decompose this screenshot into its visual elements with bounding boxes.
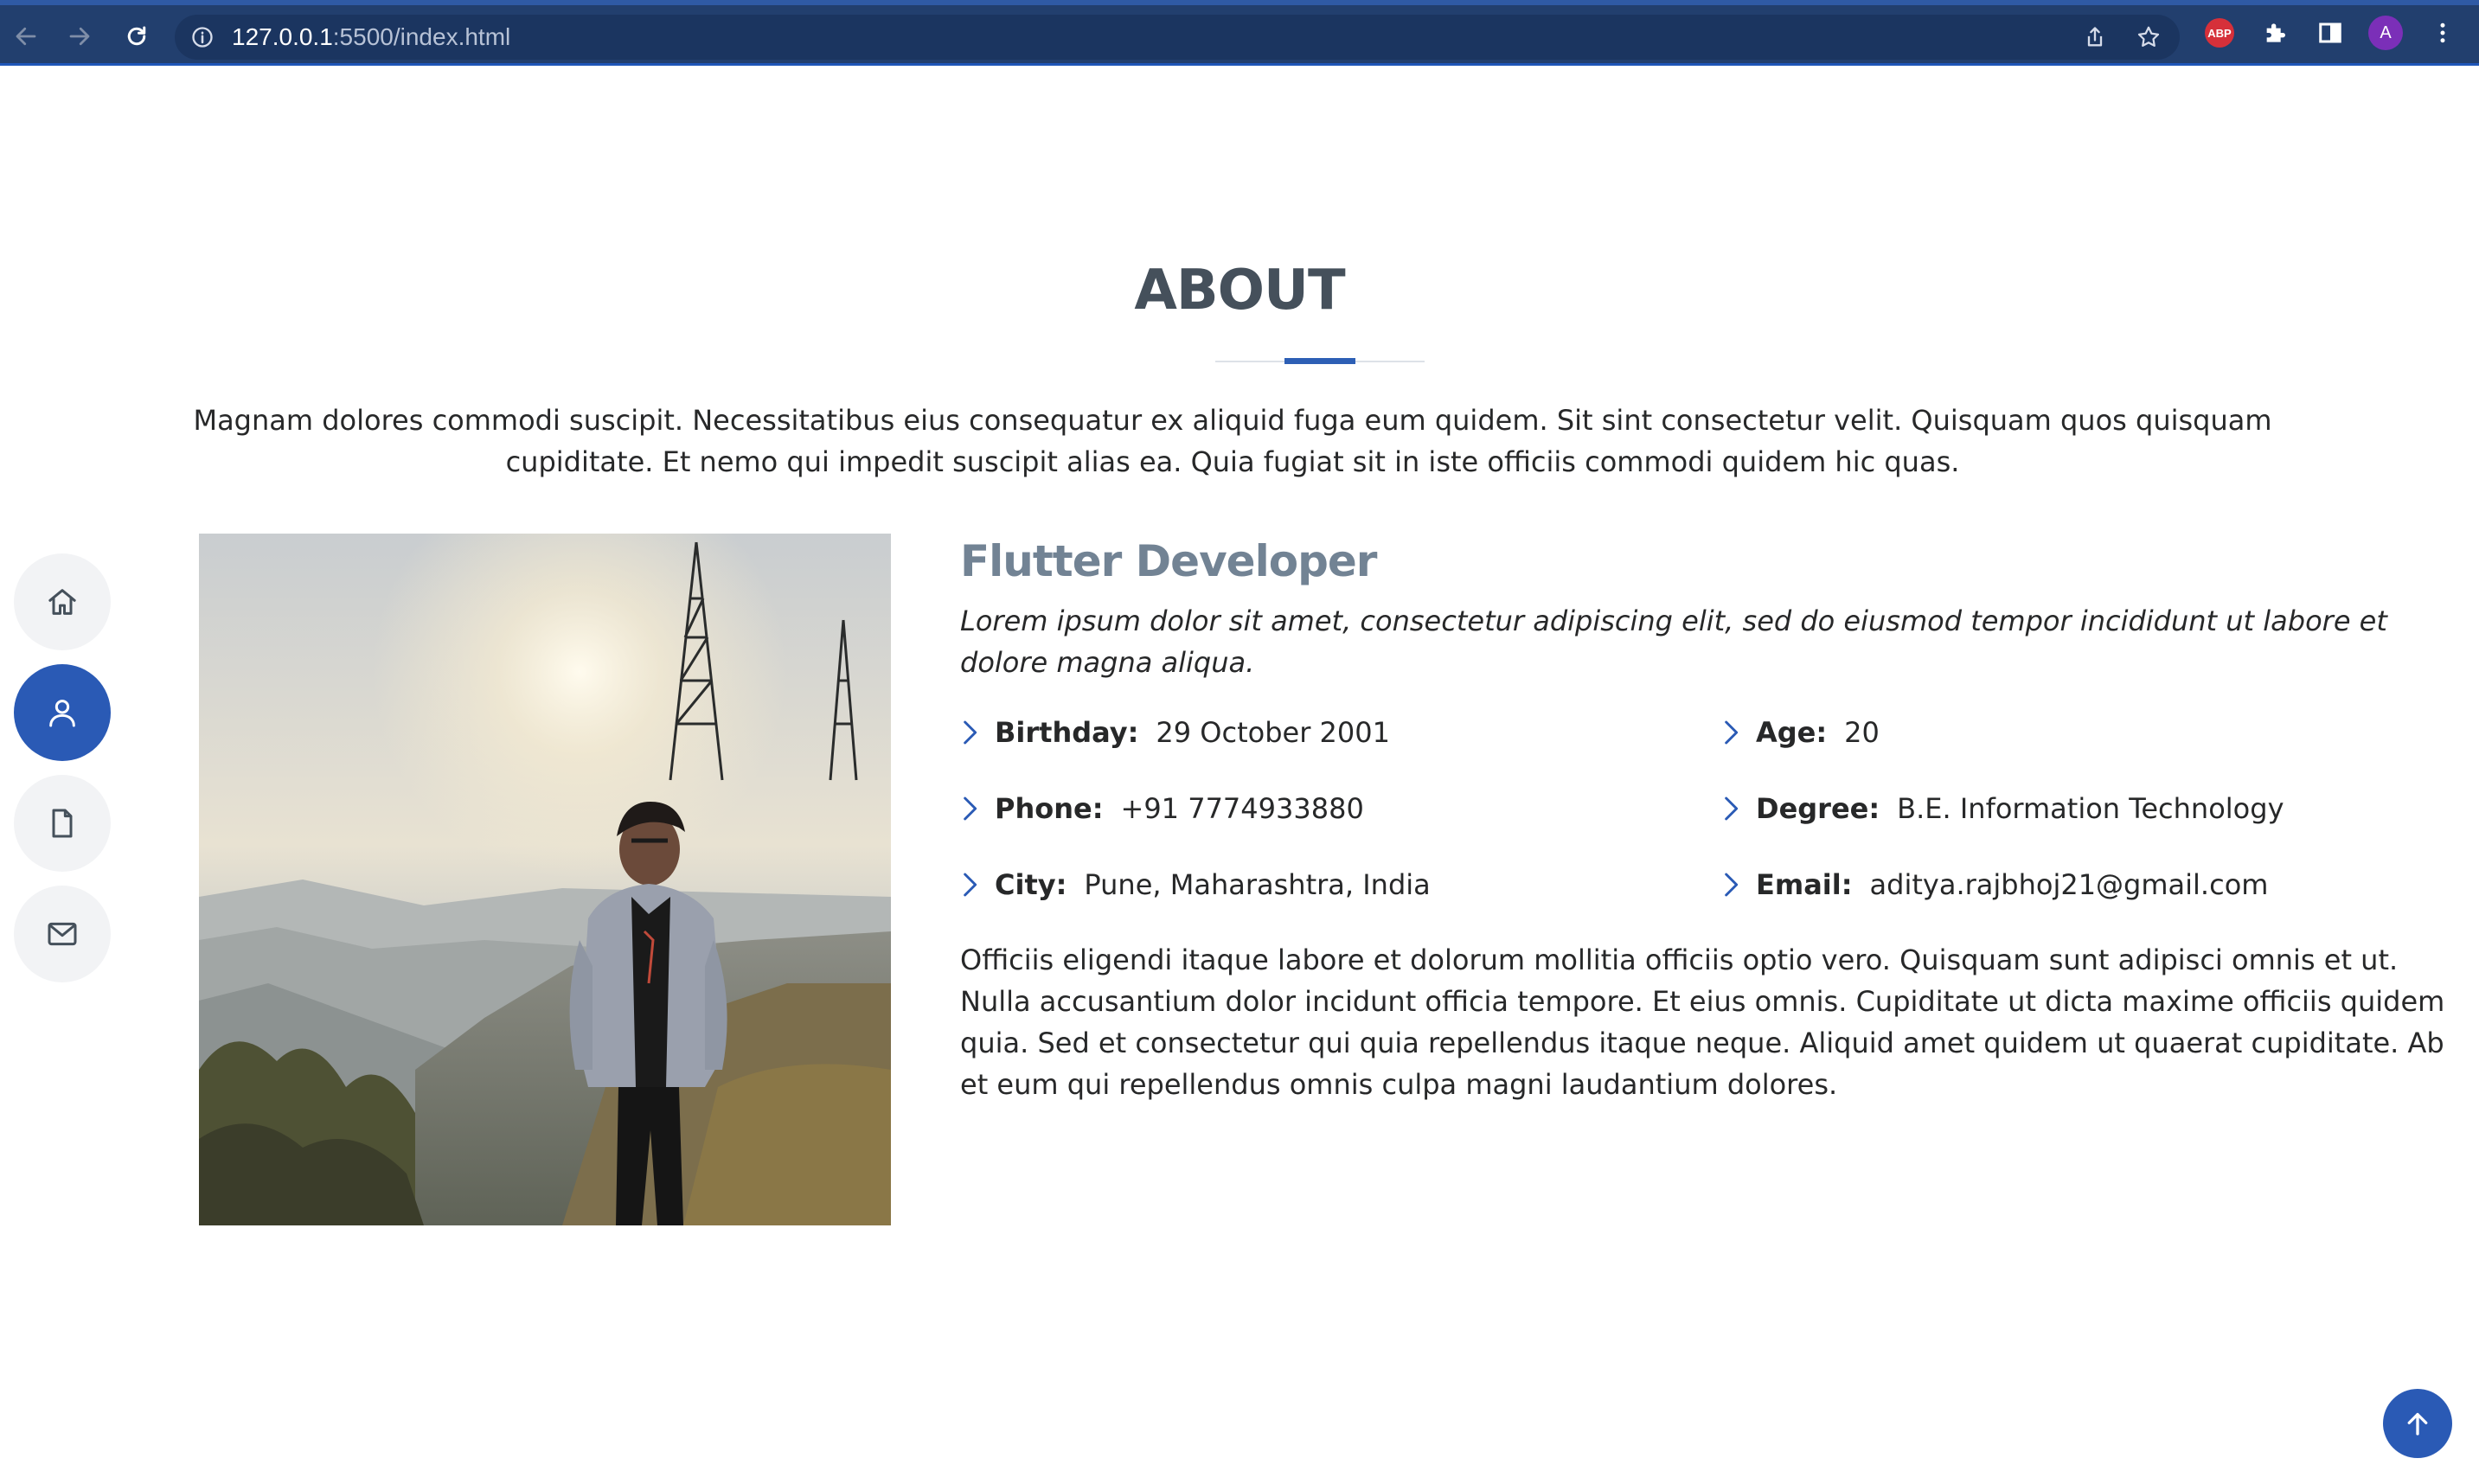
home-icon xyxy=(48,589,76,615)
share-icon xyxy=(2087,27,2103,47)
info-birthday: Birthday: 29 October 2001 xyxy=(960,712,1390,753)
phone-label: Phone: xyxy=(995,792,1104,825)
profile-photo xyxy=(199,534,891,1225)
chevron-right-icon xyxy=(1725,796,1739,821)
chevron-right-icon xyxy=(964,873,977,897)
sidenav-contact[interactable] xyxy=(14,886,111,982)
side-panel-button[interactable] xyxy=(2313,16,2348,50)
sidenav-home[interactable] xyxy=(14,553,111,650)
browser-menu-button[interactable] xyxy=(2425,16,2460,50)
back-to-top-button[interactable] xyxy=(2383,1389,2452,1458)
url-host: 127.0.0.1 xyxy=(232,23,333,50)
forward-button[interactable] xyxy=(61,17,99,55)
side-panel-icon xyxy=(2319,22,2341,43)
reload-button[interactable] xyxy=(118,17,156,55)
city-value: Pune, Maharashtra, India xyxy=(1084,868,1431,901)
extensions-button[interactable] xyxy=(2258,16,2292,50)
browser-toolbar: 127.0.0.1:5500/index.html ABP A xyxy=(0,0,2479,66)
arrow-up-icon xyxy=(2407,1412,2428,1436)
section-intro: Magnam dolores commodi suscipit. Necessi… xyxy=(193,404,2272,478)
age-label: Age: xyxy=(1756,716,1828,749)
sidenav-about[interactable] xyxy=(14,664,111,761)
info-city: City: Pune, Maharashtra, India xyxy=(960,864,1431,905)
puzzle-icon xyxy=(2266,23,2285,42)
section-title: ABOUT xyxy=(1134,259,1345,323)
back-button[interactable] xyxy=(7,17,45,55)
chevron-right-icon xyxy=(1725,720,1739,745)
age-value: 20 xyxy=(1844,716,1880,749)
degree-value: B.E. Information Technology xyxy=(1897,792,2284,825)
role-title: Flutter Developer xyxy=(960,536,1377,586)
chevron-right-icon xyxy=(964,796,977,821)
phone-value: +91 7774933880 xyxy=(1120,792,1364,825)
share-button[interactable] xyxy=(2081,23,2109,51)
chevron-right-icon xyxy=(964,720,977,745)
reload-icon xyxy=(127,26,146,46)
birthday-value: 29 October 2001 xyxy=(1156,716,1390,749)
info-phone: Phone: +91 7774933880 xyxy=(960,788,1364,829)
site-info-icon[interactable] xyxy=(190,25,215,49)
info-age: Age: 20 xyxy=(1721,712,1880,753)
info-email: Email: aditya.rajbhoj21@gmail.com xyxy=(1721,864,2268,905)
role-tagline: Lorem ipsum dolor sit amet, consectetur … xyxy=(960,604,2387,679)
adblock-extension-button[interactable]: ABP xyxy=(2202,16,2237,50)
info-degree: Degree: B.E. Information Technology xyxy=(1721,788,2284,829)
arrow-right-icon xyxy=(69,27,90,46)
sidenav-resume[interactable] xyxy=(14,775,111,872)
profile-avatar: A xyxy=(2368,16,2403,50)
url-path: :5500/index.html xyxy=(332,23,511,50)
city-label: City: xyxy=(995,868,1067,901)
star-icon xyxy=(2137,26,2160,47)
degree-label: Degree: xyxy=(1756,792,1880,825)
user-icon xyxy=(49,700,75,727)
bookmark-button[interactable] xyxy=(2135,23,2162,51)
profile-bio: Officiis eligendi itaque labore et dolor… xyxy=(960,943,2445,1101)
arrow-left-icon xyxy=(16,27,36,46)
address-bar[interactable]: 127.0.0.1:5500/index.html xyxy=(175,15,2180,60)
email-label: Email: xyxy=(1756,868,1853,901)
profile-button[interactable]: A xyxy=(2368,16,2403,50)
email-value: aditya.rajbhoj21@gmail.com xyxy=(1869,868,2269,901)
file-icon xyxy=(52,809,73,838)
more-vertical-icon xyxy=(2440,22,2445,43)
chevron-right-icon xyxy=(1725,873,1739,897)
adblock-icon: ABP xyxy=(2205,18,2234,48)
mail-icon xyxy=(48,922,77,946)
title-accent xyxy=(1284,358,1355,364)
url-text[interactable]: 127.0.0.1:5500/index.html xyxy=(232,24,510,50)
birthday-label: Birthday: xyxy=(995,716,1139,749)
